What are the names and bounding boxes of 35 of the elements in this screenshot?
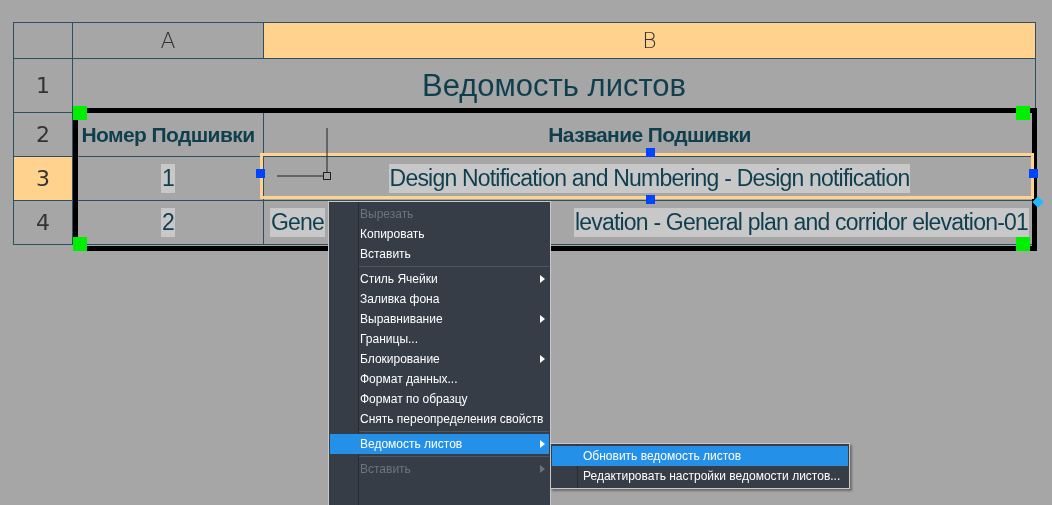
corner-grip[interactable] <box>1016 237 1030 251</box>
menu-item[interactable]: Редактировать настройки ведомости листов... <box>552 466 848 486</box>
menu-item[interactable]: Блокирование <box>330 349 549 369</box>
cell-text: Design Notification and Numbering - Design notification <box>388 164 911 193</box>
row-header[interactable]: 3 <box>14 157 73 201</box>
grip-handle[interactable] <box>646 148 655 157</box>
grip-handle[interactable] <box>1029 169 1038 178</box>
row-header[interactable]: 1 <box>14 59 73 113</box>
corner-grip[interactable] <box>73 106 87 120</box>
menu-item[interactable]: Выравнивание <box>330 309 549 329</box>
row-header[interactable]: 4 <box>14 201 73 245</box>
menu-item[interactable]: Стиль Ячейки <box>330 269 549 289</box>
cell-text: levation - General plan and corridor elevation-01 <box>573 208 1029 237</box>
grip-handle[interactable] <box>646 195 655 204</box>
diamond-grip[interactable] <box>1032 196 1044 208</box>
menu-item[interactable]: Копировать <box>330 224 549 244</box>
table-title: Ведомость листов <box>421 67 686 104</box>
menu-item[interactable]: Снять переопределения свойств <box>330 409 549 429</box>
cell-text: Gene <box>270 208 326 237</box>
menu-item[interactable]: Границы... <box>330 329 549 349</box>
menu-item[interactable]: Заливка фона <box>330 289 549 309</box>
corner-grip[interactable] <box>73 237 87 251</box>
cell-text: 2 <box>161 208 175 237</box>
corner-grip[interactable] <box>1016 106 1030 120</box>
column-header[interactable]: B <box>264 23 1036 59</box>
menu-item[interactable]: Вставить <box>330 244 549 264</box>
menu-item[interactable]: Формат по образцу <box>330 389 549 409</box>
row-header[interactable]: 2 <box>14 113 73 157</box>
menu-item[interactable]: Формат данных... <box>330 369 549 389</box>
grip-handle[interactable] <box>256 169 265 178</box>
select-all-corner[interactable] <box>14 23 73 59</box>
column-heading: Номер Подшивки <box>81 122 255 147</box>
column-heading: Название Подшивки <box>548 122 751 147</box>
column-header[interactable]: A <box>73 23 264 59</box>
cell-text: 1 <box>161 164 175 193</box>
